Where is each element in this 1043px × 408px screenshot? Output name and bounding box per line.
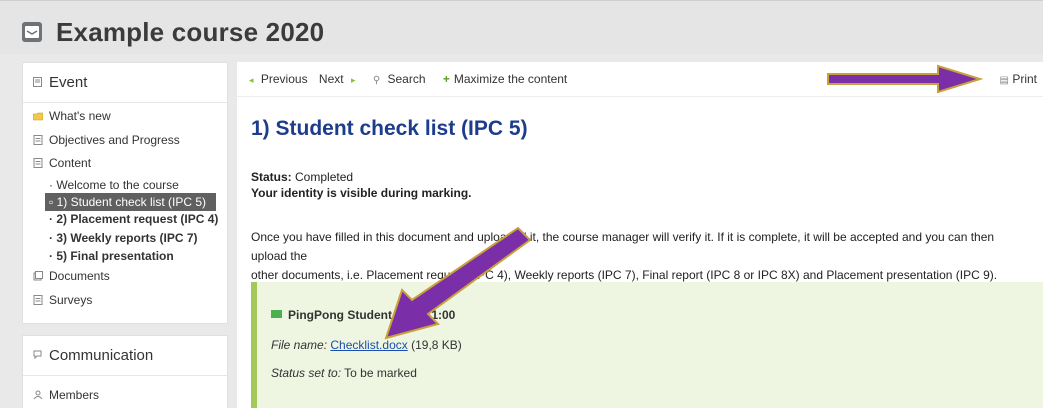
submission-file: File name: Checklist.docx (19,8 KB) — [271, 338, 462, 352]
sidebar-item-objectives[interactable]: Objectives and Progress — [33, 133, 180, 147]
search-icon: ⚲ — [372, 75, 381, 86]
sidebar-item-content[interactable]: Content — [33, 156, 91, 170]
course-header: Example course 2020 — [0, 0, 1043, 54]
printer-icon: ▤ — [999, 75, 1009, 86]
previous-link[interactable]: ◂ Previous — [249, 72, 312, 86]
triangle-right-icon: ▸ — [350, 75, 356, 85]
speech-bubble-icon — [33, 350, 42, 360]
event-panel: Event What's new Objectives and Progress… — [22, 62, 228, 324]
sidebar-item-members[interactable]: Members — [33, 388, 99, 402]
page-icon — [33, 295, 43, 305]
app-window: Example course 2020 Event What's new Obj… — [0, 0, 1043, 408]
event-panel-heading: Event — [23, 63, 227, 103]
content-item-welcome[interactable]: · Welcome to the course — [49, 178, 179, 192]
toolbar-divider — [237, 96, 1043, 97]
course-icon — [22, 22, 42, 42]
page-icon — [33, 77, 42, 87]
triangle-left-icon: ◂ — [249, 75, 254, 85]
page-icon — [33, 135, 43, 145]
print-link[interactable]: ▤ Print — [1000, 72, 1037, 86]
folder-icon — [33, 112, 43, 121]
maximize-link[interactable]: + Maximize the content — [443, 72, 571, 86]
instructions-text: Once you have filled in this document an… — [251, 230, 998, 282]
page-title: 1) Student check list (IPC 5) — [251, 117, 528, 140]
content-item-placement-request[interactable]: · 2) Placement request (IPC 4) — [49, 212, 218, 226]
sidebar-item-documents[interactable]: Documents — [33, 269, 110, 283]
content-item-final-presentation[interactable]: · 5) Final presentation — [49, 249, 174, 263]
content-toolbar: ◂ Previous Next ▸ ⚲ Search + Maximize the… — [249, 72, 575, 86]
main-content: ◂ Previous Next ▸ ⚲ Search + Maximize the… — [237, 62, 1043, 408]
status-line: Status: Completed — [251, 170, 354, 184]
status-value: Completed — [295, 170, 354, 184]
communication-panel-heading: Communication — [23, 336, 227, 376]
submission-status: Status set to: To be marked — [271, 366, 417, 380]
submission-header: PingPong Student , T 11:00 — [271, 308, 455, 322]
sidebar-item-surveys[interactable]: Surveys — [33, 293, 92, 307]
communication-panel: Communication Members — [22, 335, 228, 408]
flag-icon — [271, 310, 282, 318]
course-title: Example course 2020 — [56, 17, 325, 47]
next-link[interactable]: Next ▸ — [319, 72, 360, 86]
plus-icon: + — [442, 72, 450, 86]
file-link[interactable]: Checklist.docx — [330, 338, 407, 352]
sidebar-item-whats-new[interactable]: What's new — [33, 109, 111, 123]
members-icon — [33, 390, 43, 400]
content-item-student-check-list[interactable]: ▫ 1) Student check list (IPC 5) — [45, 193, 216, 211]
docs-icon — [33, 271, 43, 281]
search-link[interactable]: ⚲ Search — [373, 72, 430, 86]
submission-box: PingPong Student , T 11:00 File name: Che… — [251, 282, 1043, 408]
content-item-weekly-reports[interactable]: · 3) Weekly reports (IPC 7) — [49, 231, 198, 245]
page-icon — [33, 158, 43, 168]
identity-notice: Your identity is visible during marking. — [251, 186, 472, 200]
